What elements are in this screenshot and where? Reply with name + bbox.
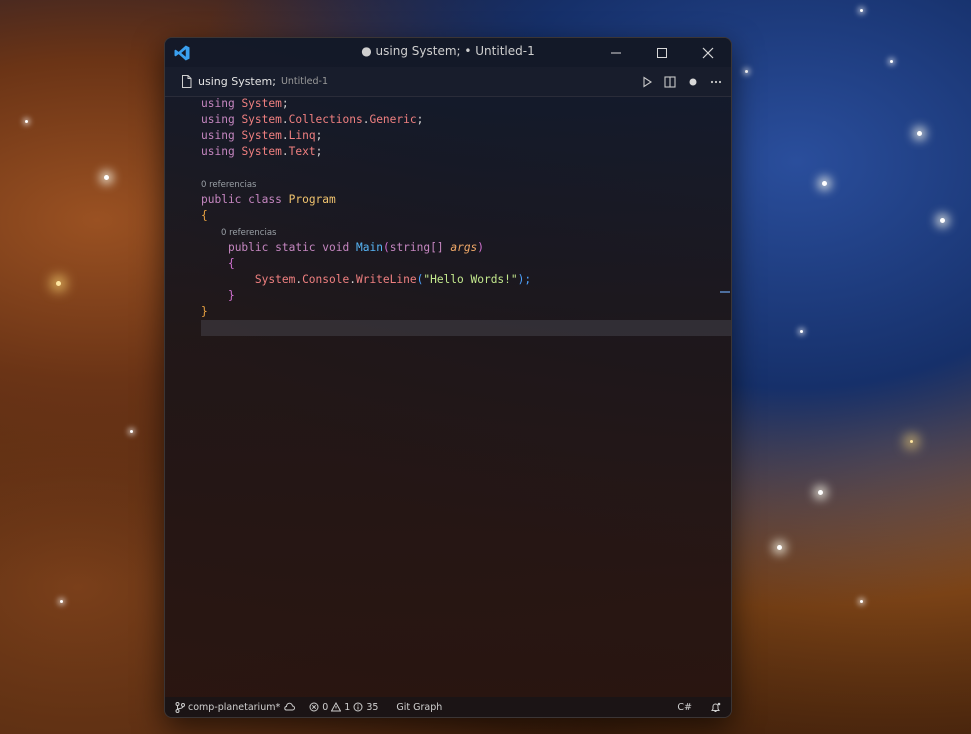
maximize-icon [657,47,667,58]
code-line: System.Console.WriteLine("Hello Words!")… [254,273,532,286]
file-icon [182,75,192,88]
warning-icon [331,702,342,712]
source-control-branch-icon [175,701,185,713]
status-bar: comp-planetarium* 0 1 35 Git Graph C# [165,697,731,717]
tab-label: using System; [198,75,276,88]
more-icon [710,80,722,83]
git-branch[interactable]: comp-planetarium* [175,701,296,713]
editor-tab-bar: using System; Untitled-1 [165,67,731,97]
code-line: public static void Main(string[] args) [227,241,485,254]
language-mode[interactable]: C# [677,702,692,713]
codelens-references-class[interactable]: 0 referencias [201,179,731,192]
run-icon [643,75,653,88]
codelens-references-method[interactable]: 0 referencias [201,227,731,240]
close-button[interactable] [685,38,731,67]
notifications-bell-icon[interactable] [710,702,721,713]
code-line: } [227,289,235,302]
editor-tab[interactable]: using System; Untitled-1 [165,67,336,96]
minimize-icon [611,52,621,53]
info-count: 35 [366,701,379,713]
cloud-sync-icon[interactable] [283,702,296,712]
git-graph-label: Git Graph [396,701,443,713]
dirty-indicator-button[interactable] [686,75,700,89]
run-button[interactable] [640,75,654,89]
code-lines: using System; using System.Collections.G… [201,96,731,336]
error-icon [309,702,319,712]
title-bar: ● using System; • Untitled-1 [165,38,731,67]
branch-name: comp-planetarium* [188,701,281,713]
close-icon [702,47,714,58]
current-line[interactable] [201,320,731,336]
error-count: 0 [322,701,329,713]
split-editor-button[interactable] [663,75,677,89]
split-editor-icon [664,75,676,88]
tab-description: Untitled-1 [280,76,328,87]
code-line: public class Program [201,193,336,206]
minimize-button[interactable] [593,38,639,67]
dirty-dot-icon [689,78,697,85]
code-line: using System.Text; [201,145,323,158]
git-graph-button[interactable]: Git Graph [396,702,442,713]
code-line: { [201,209,208,222]
code-line: { [227,257,235,270]
vscode-window: ● using System; • Untitled-1 using Syste… [164,37,732,718]
maximize-button[interactable] [639,38,685,67]
info-icon [353,702,363,712]
code-line: using System; [201,97,289,110]
problems-indicator[interactable]: 0 1 35 [309,702,378,713]
code-line: } [201,305,208,318]
more-actions-button[interactable] [709,75,723,89]
code-editor[interactable]: using System; using System.Collections.G… [165,96,731,697]
code-line: using System.Linq; [201,129,323,142]
code-line: using System.Collections.Generic; [201,113,424,126]
warning-count: 1 [344,701,351,713]
